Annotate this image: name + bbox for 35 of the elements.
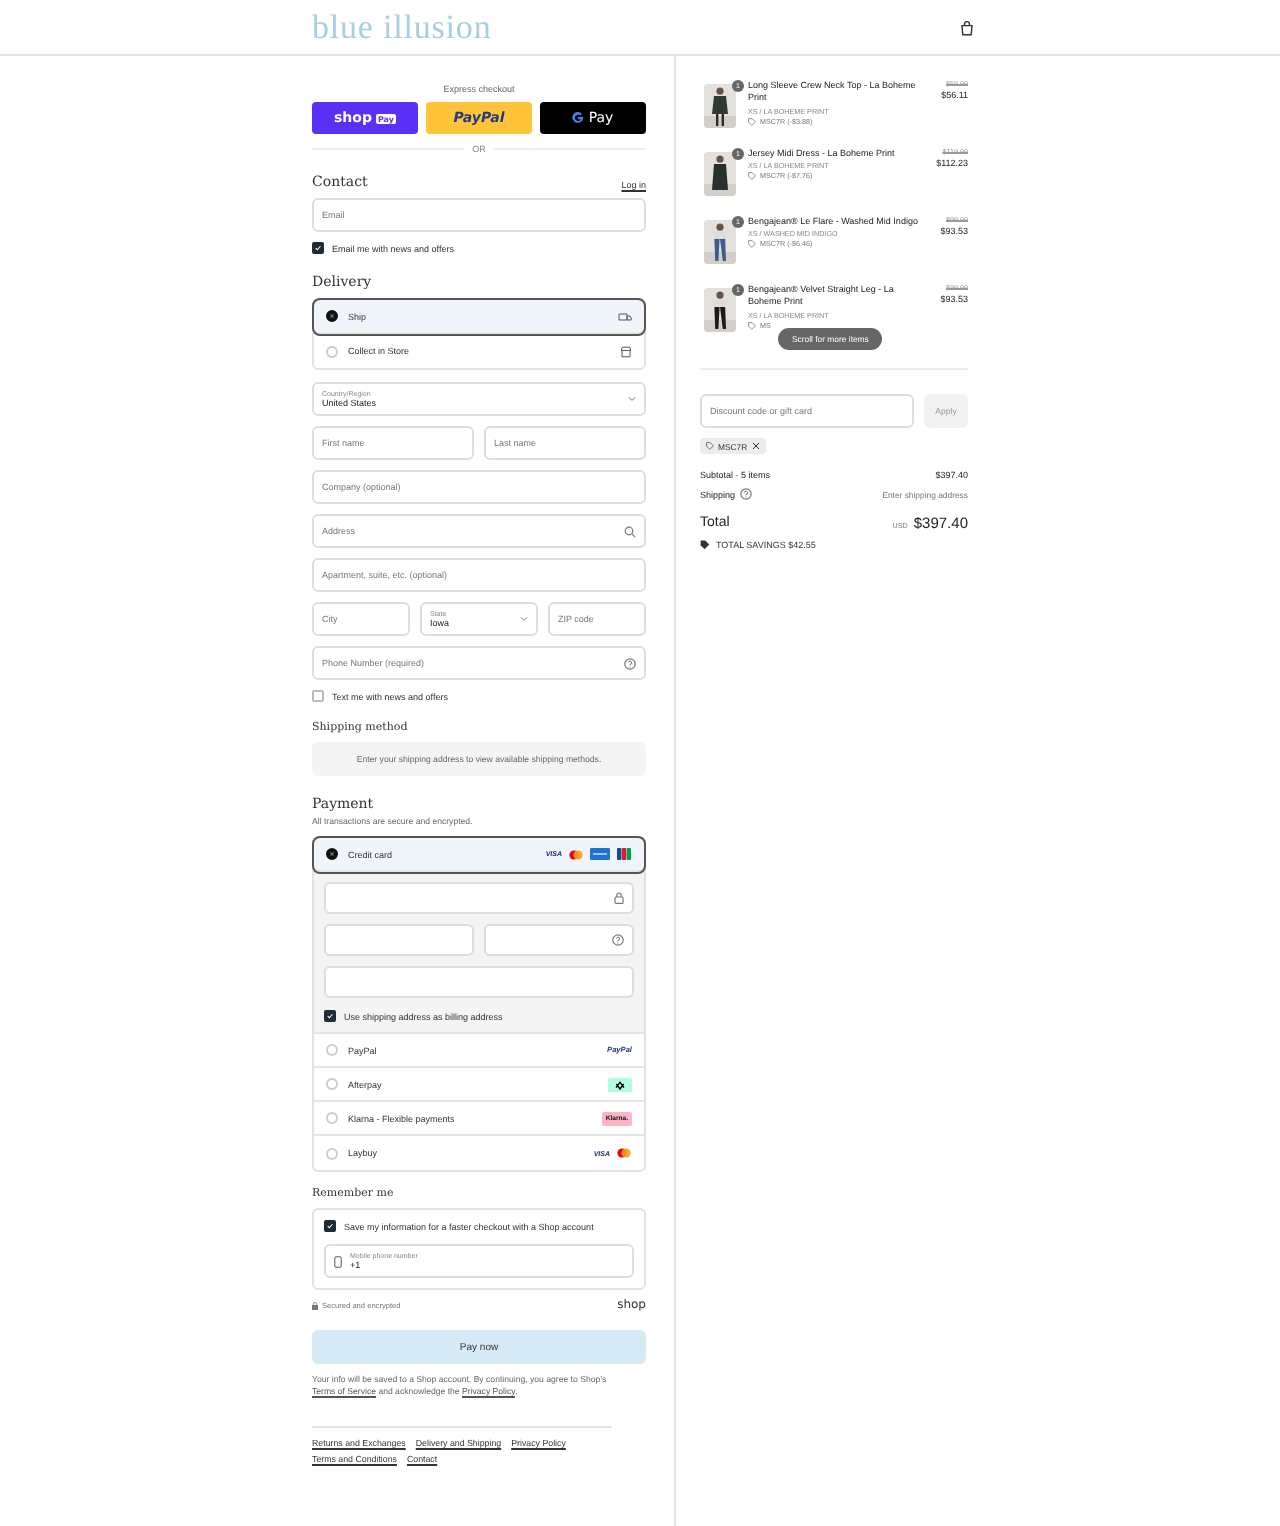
tag-icon bbox=[748, 321, 756, 330]
caret-icon bbox=[628, 396, 636, 402]
lock-icon bbox=[614, 892, 624, 904]
tag-icon bbox=[706, 442, 714, 450]
afterpay-logo bbox=[608, 1077, 632, 1091]
bag-icon bbox=[960, 19, 974, 35]
checkbox[interactable] bbox=[312, 690, 324, 702]
mastercard-logo bbox=[616, 1148, 632, 1158]
input-field[interactable] bbox=[484, 924, 634, 956]
mastercard-logo bbox=[568, 849, 584, 859]
google-icon bbox=[572, 112, 585, 124]
caret-icon bbox=[520, 616, 528, 622]
checkbox[interactable] bbox=[324, 1010, 336, 1022]
help-icon bbox=[739, 488, 752, 500]
search-icon bbox=[624, 525, 636, 537]
radio-button[interactable] bbox=[326, 310, 338, 322]
help-icon bbox=[612, 934, 624, 946]
input-field[interactable] bbox=[324, 882, 634, 914]
help-icon bbox=[624, 657, 636, 669]
checkbox[interactable] bbox=[312, 242, 324, 254]
card-logo bbox=[616, 848, 632, 860]
card-logo bbox=[590, 848, 610, 860]
tag-icon bbox=[748, 117, 756, 126]
close-icon[interactable] bbox=[751, 442, 760, 450]
store-icon bbox=[620, 345, 632, 357]
tag-icon bbox=[748, 240, 756, 249]
input-field[interactable] bbox=[324, 966, 634, 998]
radio-button[interactable] bbox=[326, 848, 338, 860]
input-field[interactable] bbox=[324, 924, 474, 956]
tag-icon bbox=[700, 540, 710, 550]
lock-icon bbox=[312, 1301, 318, 1309]
truck-icon bbox=[618, 311, 632, 321]
checkbox[interactable] bbox=[324, 1220, 336, 1232]
tag-icon bbox=[748, 172, 756, 181]
phone-icon bbox=[334, 1255, 342, 1267]
